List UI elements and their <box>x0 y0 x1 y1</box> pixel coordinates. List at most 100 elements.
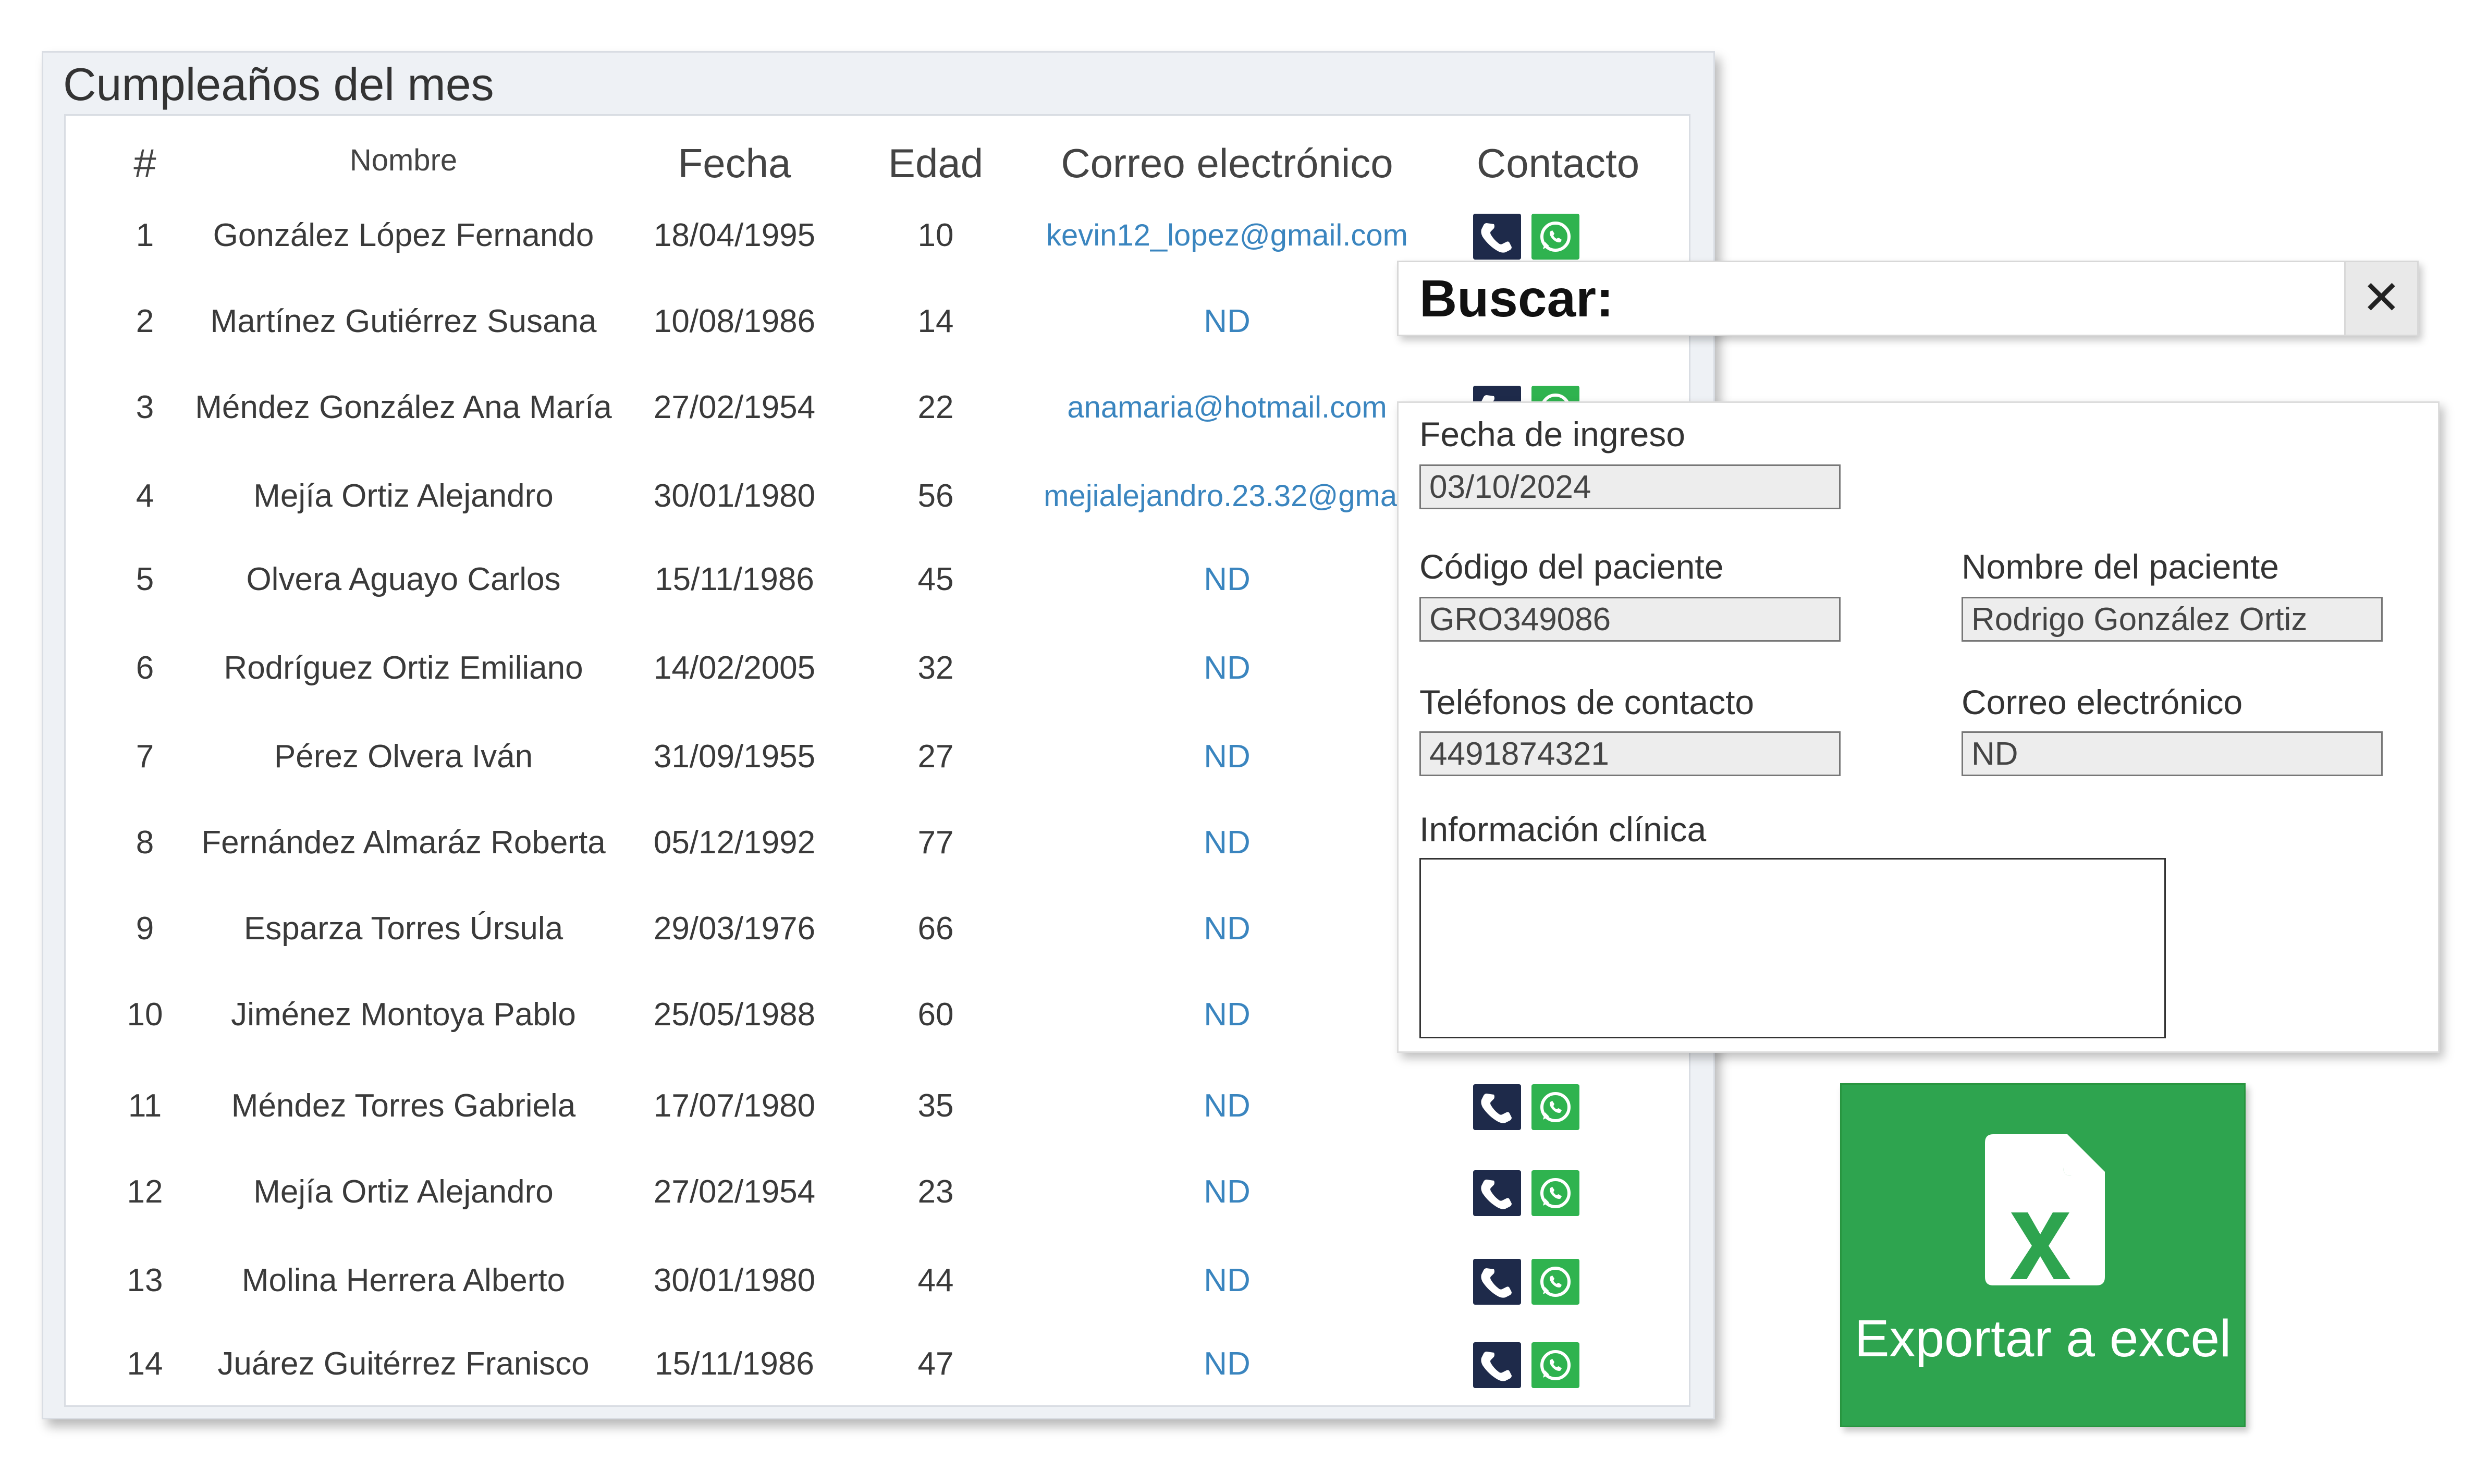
row-name: Molina Herrera Alberto <box>241 1262 566 1298</box>
table-row[interactable]: 12 Mejía Ortiz Alejandro 27/02/1954 23 ND <box>66 1166 1689 1218</box>
export-label: Exportar a excel <box>1854 1309 2232 1368</box>
row-name: Martínez Gutiérrez Susana <box>210 303 597 339</box>
close-icon[interactable]: ✕ <box>2344 262 2417 335</box>
row-name: González López Fernando <box>213 217 594 253</box>
row-number: 6 <box>136 650 154 686</box>
phone-icon[interactable] <box>1473 1259 1521 1305</box>
row-age: 23 <box>917 1174 954 1210</box>
row-number: 11 <box>128 1088 162 1124</box>
row-name: Jiménez Montoya Pablo <box>231 997 576 1033</box>
row-number: 2 <box>136 303 154 339</box>
excel-file-icon <box>1985 1134 2105 1285</box>
row-contact-icons <box>1473 1170 1583 1217</box>
row-age: 47 <box>917 1346 954 1382</box>
row-email-link[interactable]: anamaria@hotmail.com <box>1067 382 1387 434</box>
whatsapp-icon[interactable] <box>1531 1259 1579 1305</box>
row-number: 14 <box>127 1346 163 1382</box>
whatsapp-icon[interactable] <box>1531 214 1579 260</box>
phone-icon[interactable] <box>1473 1170 1521 1216</box>
row-date: 10/08/1986 <box>653 303 816 339</box>
patient-name-label: Nombre del paciente <box>1962 547 2279 586</box>
row-email-nd: ND <box>1204 739 1251 775</box>
row-email-link[interactable]: mejialejandro.23.32@gmail <box>1044 470 1411 522</box>
row-name: Pérez Olvera Iván <box>274 739 533 775</box>
table-row[interactable]: 11 Méndez Torres Gabriela 17/07/1980 35 ND <box>66 1080 1689 1132</box>
row-contact-icons <box>1473 1259 1583 1306</box>
admission-date-field[interactable] <box>1419 464 1841 509</box>
row-email-link[interactable]: kevin12_lopez@gmail.com <box>1046 210 1408 262</box>
row-name: Fernández Almaráz Roberta <box>201 825 606 861</box>
row-email-nd: ND <box>1204 825 1251 861</box>
row-email-nd: ND <box>1204 1346 1251 1382</box>
whatsapp-icon[interactable] <box>1531 1342 1579 1388</box>
row-email-nd: ND <box>1204 561 1251 597</box>
row-email-nd: ND <box>1204 997 1251 1033</box>
row-date: 29/03/1976 <box>653 911 816 947</box>
phones-label: Teléfonos de contacto <box>1419 683 1755 721</box>
row-email-nd: ND <box>1204 911 1251 947</box>
patient-code-label: Código del paciente <box>1419 547 1724 586</box>
row-date: 27/02/1954 <box>653 1174 816 1210</box>
row-contact-icons <box>1473 1084 1583 1131</box>
column-header-date: Fecha <box>678 140 791 186</box>
row-age: 27 <box>917 739 954 775</box>
row-date: 27/02/1954 <box>653 389 816 425</box>
search-label: Buscar: <box>1419 269 1614 328</box>
row-name: Juárez Guitérrez Franisco <box>217 1346 590 1382</box>
row-date: 14/02/2005 <box>653 650 816 686</box>
row-age: 22 <box>917 389 954 425</box>
patient-name-field[interactable] <box>1962 597 2383 642</box>
clinical-info-textarea[interactable] <box>1419 858 2166 1038</box>
row-age: 44 <box>917 1262 954 1298</box>
phone-icon[interactable] <box>1473 214 1521 260</box>
column-header-number: # <box>133 140 156 186</box>
patient-form: Fecha de ingreso Código del paciente Nom… <box>1397 401 2440 1053</box>
row-number: 3 <box>136 389 154 425</box>
panel-title: Cumpleaños del mes <box>63 58 494 110</box>
patient-code-field[interactable] <box>1419 597 1841 642</box>
row-date: 30/01/1980 <box>653 1262 816 1298</box>
phone-icon[interactable] <box>1473 1342 1521 1388</box>
row-contact-icons <box>1473 214 1583 261</box>
row-number: 13 <box>127 1262 163 1298</box>
email-field[interactable] <box>1962 731 2383 776</box>
row-date: 17/07/1980 <box>653 1088 816 1124</box>
row-name: Rodríguez Ortiz Emiliano <box>224 650 583 686</box>
row-name: Mejía Ortiz Alejandro <box>253 478 554 514</box>
row-number: 12 <box>127 1174 163 1210</box>
row-contact-icons <box>1473 1342 1583 1389</box>
row-date: 15/11/1986 <box>655 1346 814 1382</box>
search-bar[interactable]: Buscar: ✕ <box>1397 261 2419 336</box>
whatsapp-icon[interactable] <box>1531 1170 1579 1216</box>
row-date: 15/11/1986 <box>655 561 814 597</box>
clinical-info-label: Información clínica <box>1419 810 1707 849</box>
column-header-age: Edad <box>888 140 984 186</box>
row-email-nd: ND <box>1204 1174 1251 1210</box>
column-header-contact: Contacto <box>1476 140 1640 186</box>
row-email-nd: ND <box>1204 1088 1251 1124</box>
row-number: 4 <box>136 478 154 514</box>
row-name: Olvera Aguayo Carlos <box>246 561 561 597</box>
table-row[interactable]: 14 Juárez Guitérrez Franisco 15/11/1986 47 N… <box>66 1338 1689 1390</box>
row-date: 30/01/1980 <box>653 478 816 514</box>
row-name: Esparza Torres Úrsula <box>243 911 563 947</box>
row-age: 14 <box>917 303 954 339</box>
row-name: Mejía Ortiz Alejandro <box>253 1174 554 1210</box>
row-number: 8 <box>136 825 154 861</box>
admission-date-label: Fecha de ingreso <box>1419 415 1685 453</box>
email-label: Correo electrónico <box>1962 683 2243 721</box>
phone-icon[interactable] <box>1473 1084 1521 1130</box>
row-email-nd: ND <box>1204 1262 1251 1298</box>
row-number: 9 <box>136 911 154 947</box>
table-row[interactable]: 1 González López Fernando 18/04/1995 10 kevi… <box>66 210 1689 262</box>
whatsapp-icon[interactable] <box>1531 1084 1579 1130</box>
column-header-email: Correo electrónico <box>1061 140 1393 186</box>
row-date: 25/05/1988 <box>653 997 816 1033</box>
export-excel-button[interactable]: Exportar a excel <box>1840 1083 2246 1427</box>
row-number: 1 <box>136 217 154 253</box>
phones-field[interactable] <box>1419 731 1841 776</box>
row-number: 7 <box>136 739 154 775</box>
table-row[interactable]: 13 Molina Herrera Alberto 30/01/1980 44 ND <box>66 1255 1689 1307</box>
row-age: 66 <box>917 911 954 947</box>
row-name: Méndez González Ana María <box>195 389 612 425</box>
